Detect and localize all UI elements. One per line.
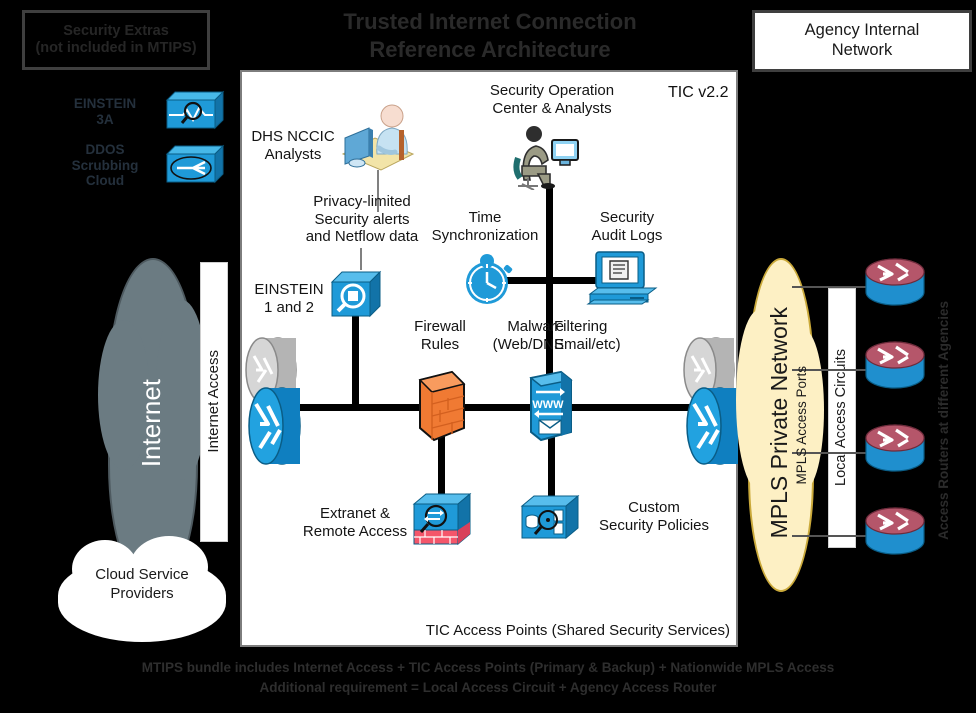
page-title-line2: Reference Architecture	[369, 36, 611, 62]
internet-access-label: Internet Access	[204, 349, 222, 453]
footer-line2: Additional requirement = Local Access Ci…	[259, 680, 717, 696]
malware-label: Malware (Web/DNS	[492, 318, 564, 353]
einstein-sensor-box-icon	[330, 270, 384, 325]
dhs-nccic-label: DHS NCCIC Analysts	[251, 128, 335, 163]
custom-security-policies-label: Custom Security Policies	[598, 499, 710, 534]
extras-item-einstein3a: EINSTEIN 3A	[55, 88, 225, 135]
agency-box-line2: Network	[831, 41, 893, 59]
ddos-scrubbing-cloud-icon	[163, 142, 225, 189]
agency-access-router-icon	[864, 422, 926, 485]
svg-text:WWW: WWW	[532, 399, 564, 411]
extras-item-einstein3a-label: EINSTEIN 3A	[73, 95, 137, 127]
agency-box-line1: Agency Internal	[804, 21, 920, 40]
firewall-rules-label: Firewall Rules	[414, 318, 466, 353]
extras-item-ddos-label: DDOS Scrubbing Cloud	[71, 142, 139, 189]
agency-access-router-icon	[864, 339, 926, 402]
mpls-access-ports-label: MPLS Access Ports	[793, 365, 809, 485]
vpn-firewall-icon	[412, 492, 474, 555]
analyst-workstation-icon	[335, 100, 417, 181]
soc-analyst-icon	[512, 122, 584, 195]
page-title-line1: Trusted Internet Connection	[343, 9, 637, 34]
page-title: Trusted Internet Connection Reference Ar…	[240, 8, 740, 63]
tic-panel-footer-label: TIC Access Points (Shared Security Servi…	[425, 622, 730, 639]
filtering-label: Filtering Email/etc)	[554, 318, 621, 353]
policy-server-icon	[520, 494, 582, 549]
cloud-service-providers-label: Cloud Service Providers	[95, 566, 189, 602]
extras-item-ddos: DDOS Scrubbing Cloud	[55, 142, 225, 189]
footer-line1: MTIPS bundle includes Internet Access + …	[141, 660, 835, 675]
agency-access-router-icon	[864, 256, 926, 319]
log-monitor-icon	[586, 248, 658, 315]
stopwatch-icon	[458, 250, 516, 313]
content-filter-icon: WWW	[527, 366, 575, 449]
security-extras-title-line2: (not included in MTIPS)	[35, 40, 197, 56]
soc-label: Security Operation Center & Analysts	[489, 82, 615, 117]
time-synchronization-label: Time Synchronization	[431, 209, 539, 244]
footer-note: MTIPS bundle includes Internet Access + …	[0, 658, 976, 699]
agency-access-router-icon	[864, 505, 926, 568]
local-access-circuits-label: Local Access Circuits	[833, 348, 849, 486]
agency-internal-network-box: Agency Internal Network	[752, 10, 972, 72]
extranet-remote-access-label: Extranet & Remote Access	[302, 505, 408, 540]
tic-ingress-router-pair-icon	[244, 336, 316, 475]
security-extras-title-line1: Security Extras	[63, 23, 169, 40]
security-extras-header: Security Extras (not included in MTIPS)	[22, 10, 210, 70]
einstein-1and2-label: EINSTEIN 1 and 2	[254, 281, 324, 316]
einstein-drop-line	[352, 312, 359, 407]
firewall-brick-icon	[414, 366, 466, 451]
privacy-thin-line	[360, 248, 362, 270]
security-audit-logs-label: Security Audit Logs	[591, 209, 663, 244]
einstein-sensor-icon	[163, 88, 225, 135]
backbone-horizontal-line	[255, 404, 695, 411]
tic-version-label: TIC v2.2	[668, 84, 729, 101]
privacy-limited-label: Privacy-limited Security alerts and Netf…	[305, 193, 419, 246]
access-routers-agencies-label: Access Routers at different Agencies	[935, 300, 951, 540]
